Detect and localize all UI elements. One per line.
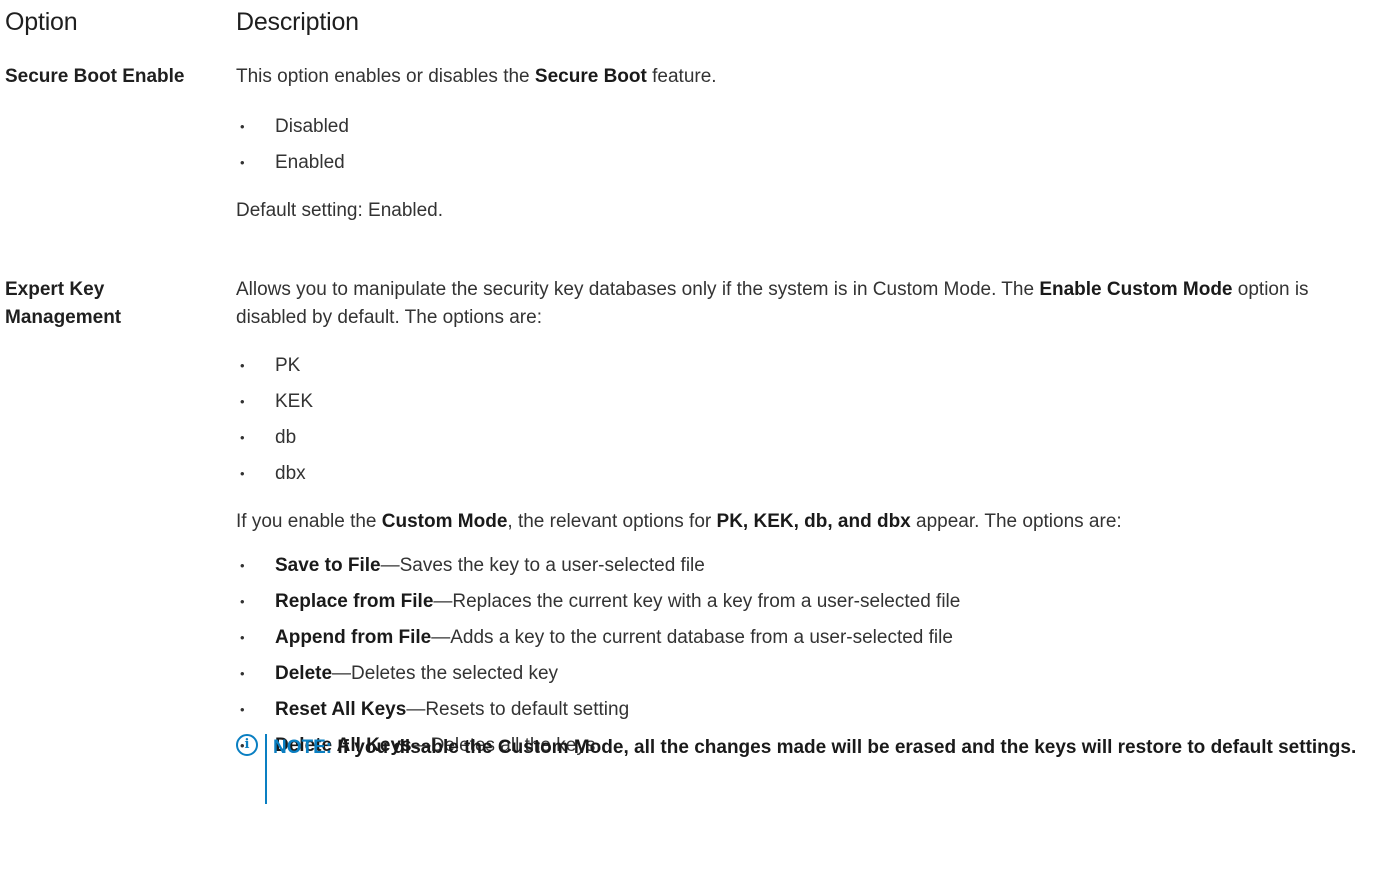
list-item: Disabled <box>236 109 1366 145</box>
note-divider <box>265 734 267 804</box>
header-option: Option <box>5 8 78 36</box>
secure-boot-default: Default setting: Enabled. <box>236 200 444 221</box>
secure-boot-desc-text: This option enables or disables the Secu… <box>236 66 717 87</box>
note-callout: i NOTE: If you disable the Custom Mode, … <box>236 731 1366 805</box>
custom-mode-text: If you enable the Custom Mode, the relev… <box>236 511 1122 532</box>
list-item: PK <box>236 348 1366 384</box>
option-expert-key-management: Expert Key Management <box>5 279 122 328</box>
list-item: Replace from File—Replaces the current k… <box>236 584 1366 620</box>
list-item: db <box>236 420 1366 456</box>
list-item: KEK <box>236 384 1366 420</box>
secure-boot-options-list: Disabled Enabled <box>236 109 1366 181</box>
secure-boot-description: This option enables or disables the Secu… <box>236 63 1366 225</box>
list-item: Save to File—Saves the key to a user-sel… <box>236 548 1366 584</box>
option-secure-boot-enable: Secure Boot Enable <box>5 66 185 87</box>
list-item: dbx <box>236 456 1366 492</box>
expert-key-description: Allows you to manipulate the security ke… <box>236 276 1366 764</box>
document-page: Option Description Secure Boot Enable Th… <box>0 0 1374 881</box>
expert-key-intro: Allows you to manipulate the security ke… <box>236 279 1309 328</box>
key-db-list: PK KEK db dbx <box>236 348 1366 492</box>
list-item: Append from File—Adds a key to the curre… <box>236 620 1366 656</box>
info-icon: i <box>236 734 258 756</box>
list-item: Delete—Deletes the selected key <box>236 656 1366 692</box>
header-description: Description <box>236 8 359 36</box>
note-text: NOTE: If you disable the Custom Mode, al… <box>273 737 1357 758</box>
list-item: Reset All Keys—Resets to default setting <box>236 692 1366 728</box>
list-item: Enabled <box>236 145 1366 181</box>
